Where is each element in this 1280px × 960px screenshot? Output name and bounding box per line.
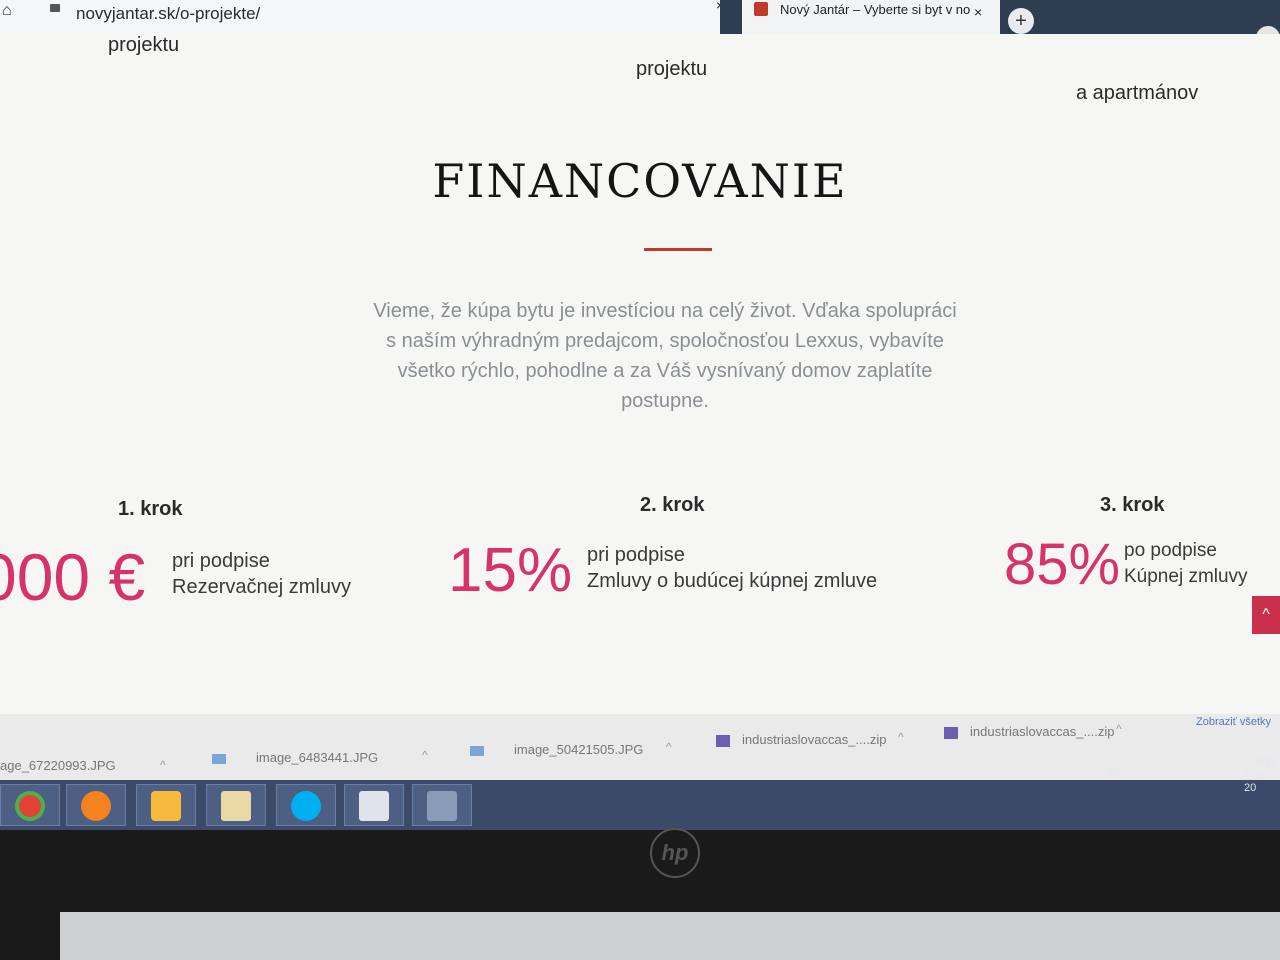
download-bar: age_67220993.JPG ^ image_6483441.JPG ^ i…	[0, 714, 1280, 780]
chevron-up-icon[interactable]: ^	[160, 758, 166, 772]
nav-link[interactable]: a apartmánov	[1076, 82, 1198, 105]
photo-scene: ⌂ novyjantar.sk/o-projekte/ × Nový Jantá…	[0, 0, 1280, 960]
step-3-description: po podpise Kúpnej zmluvy	[1124, 538, 1248, 590]
taskbar-firefox-button[interactable]	[66, 784, 126, 826]
step-1-label: 1. krok	[118, 498, 183, 520]
step-3-label: 3. krok	[1100, 494, 1165, 516]
hp-logo: hp	[650, 828, 700, 878]
taskbar-chrome-button[interactable]	[0, 784, 60, 826]
tab-title: Nový Jantár – Vyberte si byt v no	[780, 2, 970, 17]
chevron-up-icon[interactable]: ^	[666, 740, 672, 754]
home-icon[interactable]: ⌂	[2, 2, 12, 20]
download-filename: age_67220993.JPG	[0, 758, 116, 773]
show-all-downloads-link[interactable]: Zobraziť všetky	[1196, 716, 1271, 728]
download-item[interactable]: industriaslovaccas_....zip	[716, 732, 887, 747]
image-file-icon	[212, 753, 226, 764]
web-page: projektu projektu a apartmánov FINANCOVA…	[0, 34, 1280, 714]
step-3-value: 85%	[1004, 532, 1121, 597]
nav-link[interactable]: projektu	[108, 34, 179, 57]
step-3-desc-line2: Kúpnej zmluvy	[1124, 566, 1248, 587]
section-title: FINANCOVANIE	[432, 154, 848, 208]
document-icon	[359, 791, 389, 821]
tab-close-icon[interactable]: ×	[974, 4, 982, 20]
download-item[interactable]: image_6483441.JPG	[212, 750, 378, 765]
favicon-icon	[754, 2, 768, 16]
image-file-icon	[470, 745, 484, 756]
download-item[interactable]: industriaslovaccas_....zip	[944, 724, 1115, 739]
new-tab-button[interactable]: +	[1008, 8, 1034, 34]
taskbar-media-button[interactable]	[136, 784, 196, 826]
step-1-desc-line2: Rezervačnej zmluvy	[172, 576, 351, 598]
skype-icon	[291, 791, 321, 821]
download-item[interactable]: age_67220993.JPG	[0, 758, 116, 773]
taskbar-explorer-button[interactable]	[206, 784, 266, 826]
url-text[interactable]: novyjantar.sk/o-projekte/	[76, 4, 260, 24]
zip-file-icon	[944, 726, 958, 739]
taskbar-app-button[interactable]	[412, 784, 472, 826]
nav-link[interactable]: projektu	[636, 58, 707, 81]
taskbar-skype-button[interactable]	[276, 784, 336, 826]
download-filename: image_50421505.JPG	[514, 742, 644, 757]
step-3-desc-line1: po podpise	[1124, 540, 1217, 561]
step-2-desc-line1: pri podpise	[587, 544, 685, 566]
title-divider	[644, 248, 712, 251]
address-bar[interactable]: ⌂ novyjantar.sk/o-projekte/	[0, 0, 720, 34]
chrome-icon	[15, 791, 45, 821]
chevron-up-icon[interactable]: ^	[898, 730, 904, 744]
step-2-description: pri podpise Zmluvy o budúcej kúpnej zmlu…	[587, 542, 877, 594]
lock-icon	[50, 4, 60, 12]
download-item[interactable]: image_50421505.JPG	[470, 742, 643, 757]
step-2-desc-line2: Zmluvy o budúcej kúpnej zmluve	[587, 570, 878, 592]
chevron-up-icon[interactable]: ^	[422, 748, 428, 762]
scroll-to-top-button[interactable]: ^	[1252, 596, 1280, 634]
zip-file-icon	[716, 734, 730, 747]
taskbar-notes-button[interactable]	[344, 784, 404, 826]
clock-date[interactable]: 7. 5. 20	[1244, 770, 1280, 794]
download-filename: industriaslovaccas_....zip	[742, 732, 887, 747]
intro-paragraph: Vieme, že kúpa bytu je investíciou na ce…	[373, 300, 957, 412]
step-1-description: pri podpise Rezervačnej zmluvy	[172, 548, 351, 600]
step-2-value: 15%	[448, 536, 573, 605]
download-filename: image_6483441.JPG	[256, 750, 379, 765]
step-1-value: 000 €	[0, 540, 146, 614]
step-1-desc-line1: pri podpise	[172, 550, 270, 572]
laptop-hinge	[60, 912, 1280, 960]
taskbar: SK 8:21 7. 5. 20	[0, 756, 1280, 830]
step-2-label: 2. krok	[640, 494, 705, 516]
firefox-icon	[81, 791, 111, 821]
chevron-up-icon[interactable]: ^	[1116, 722, 1122, 736]
download-filename: industriaslovaccas_....zip	[970, 724, 1115, 739]
clock-time[interactable]: 8:21	[1256, 756, 1277, 768]
language-indicator[interactable]: SK	[1106, 766, 1121, 778]
media-player-icon	[151, 791, 181, 821]
folder-icon	[221, 791, 251, 821]
app-icon	[427, 791, 457, 821]
